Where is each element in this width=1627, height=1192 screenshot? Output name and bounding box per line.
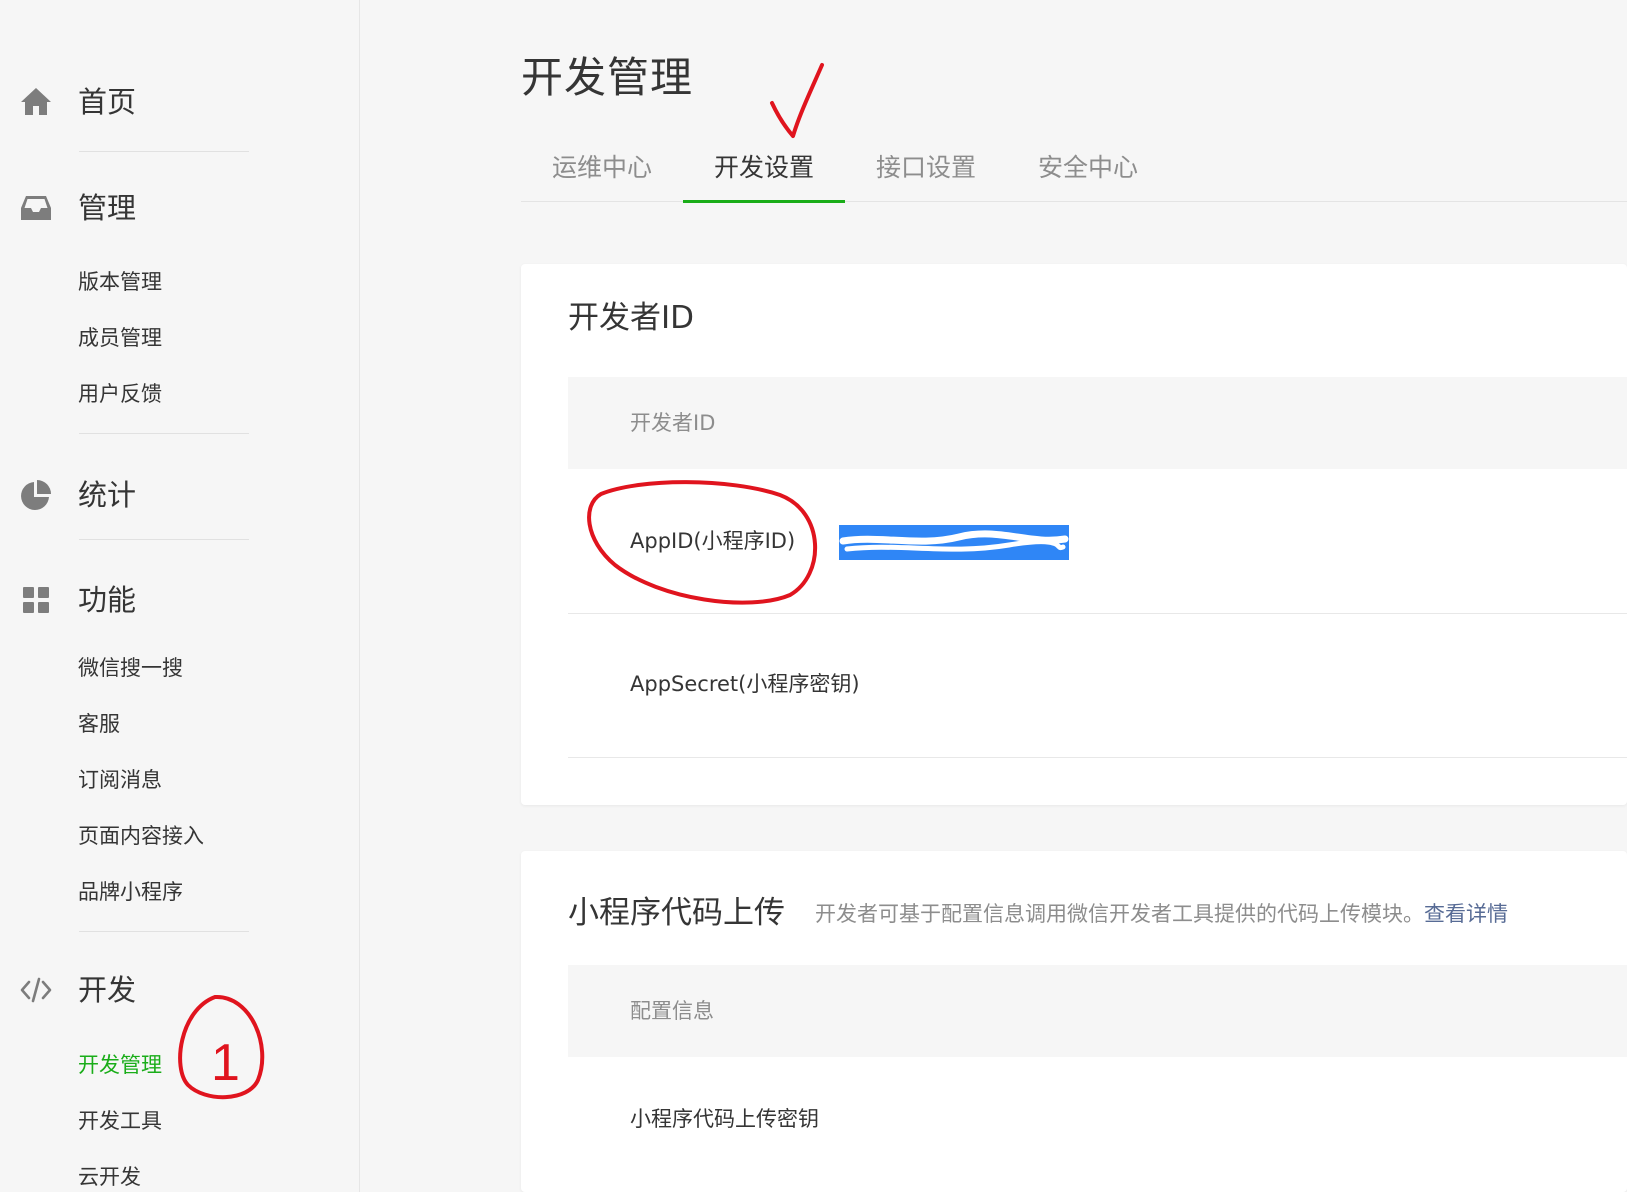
sidebar-divider [79, 931, 249, 932]
code-upload-card: 小程序代码上传 开发者可基于配置信息调用微信开发者工具提供的代码上传模块。查看详… [521, 851, 1627, 1192]
sidebar-item-page-content[interactable]: 页面内容接入 [78, 821, 204, 851]
redaction-scribble [839, 530, 1069, 552]
table-row-upload-key: 小程序代码上传密钥 [568, 1057, 1627, 1192]
sidebar-group-manage[interactable]: 管理 [0, 178, 340, 238]
sidebar-group-label: 统计 [78, 478, 137, 512]
table-header-label: 配置信息 [630, 999, 714, 1023]
view-details-link[interactable]: 查看详情 [1424, 902, 1508, 926]
page-title: 开发管理 [521, 53, 694, 102]
sidebar-item-dev-tools[interactable]: 开发工具 [78, 1106, 162, 1136]
table-header: 开发者ID [568, 377, 1627, 469]
developer-id-card: 开发者ID 开发者ID AppID(小程序ID) AppSecret(小程序密钥… [521, 264, 1627, 805]
sidebar-divider [79, 433, 249, 434]
upload-key-label: 小程序代码上传密钥 [630, 1107, 819, 1131]
appid-value-redacted [839, 525, 1069, 560]
sidebar-item-customer-service[interactable]: 客服 [78, 709, 120, 739]
sidebar-item-dev-management[interactable]: 开发管理 [78, 1050, 162, 1080]
appsecret-label: AppSecret(小程序密钥) [630, 672, 860, 696]
sidebar-group-label: 开发 [78, 973, 137, 1007]
sidebar-divider [79, 151, 249, 152]
sidebar-group-label: 管理 [78, 191, 137, 225]
inbox-icon [21, 196, 51, 220]
sidebar-group-features[interactable]: 功能 [0, 570, 340, 630]
sidebar-group-label: 功能 [78, 583, 137, 617]
table-header-label: 开发者ID [630, 411, 716, 435]
card-title: 小程序代码上传 [568, 895, 785, 931]
table-row-appsecret: AppSecret(小程序密钥) [568, 614, 1627, 758]
card-description-text: 开发者可基于配置信息调用微信开发者工具提供的代码上传模块。 [815, 902, 1424, 926]
table-row-appid: AppID(小程序ID) [568, 469, 1627, 614]
checkmark-annotation [770, 63, 824, 138]
tab-api-settings[interactable]: 接口设置 [845, 140, 1007, 202]
sidebar-group-label: 首页 [78, 85, 137, 119]
sidebar-divider [79, 539, 249, 540]
sidebar-item-subscription[interactable]: 订阅消息 [78, 765, 162, 795]
tab-bar: 运维中心 开发设置 接口设置 安全中心 [521, 140, 1627, 203]
sidebar-item-version[interactable]: 版本管理 [78, 267, 162, 297]
sidebar-item-members[interactable]: 成员管理 [78, 323, 162, 353]
sidebar-item-cloud-dev[interactable]: 云开发 [78, 1162, 141, 1192]
home-icon [21, 88, 51, 115]
appid-label: AppID(小程序ID) [630, 529, 796, 553]
tab-ops-center[interactable]: 运维中心 [521, 140, 683, 202]
pie-chart-icon [21, 480, 51, 510]
sidebar-group-home[interactable]: 首页 [0, 72, 340, 132]
card-title: 开发者ID [568, 300, 695, 336]
sidebar-item-feedback[interactable]: 用户反馈 [78, 379, 162, 409]
card-description: 开发者可基于配置信息调用微信开发者工具提供的代码上传模块。查看详情 [815, 899, 1508, 929]
code-icon [20, 977, 52, 1003]
sidebar: 首页 管理 版本管理 成员管理 用户反馈 统计 功能 微信搜一搜 客服 订阅消息… [0, 0, 360, 1192]
table-header: 配置信息 [568, 965, 1627, 1057]
sidebar-item-wechat-search[interactable]: 微信搜一搜 [78, 653, 183, 683]
tab-dev-settings[interactable]: 开发设置 [683, 140, 845, 203]
tab-security-center[interactable]: 安全中心 [1007, 140, 1169, 202]
grid-icon [23, 587, 49, 613]
sidebar-group-dev[interactable]: 开发 [0, 960, 340, 1020]
sidebar-item-brand[interactable]: 品牌小程序 [78, 877, 183, 907]
sidebar-group-stats[interactable]: 统计 [0, 465, 340, 525]
